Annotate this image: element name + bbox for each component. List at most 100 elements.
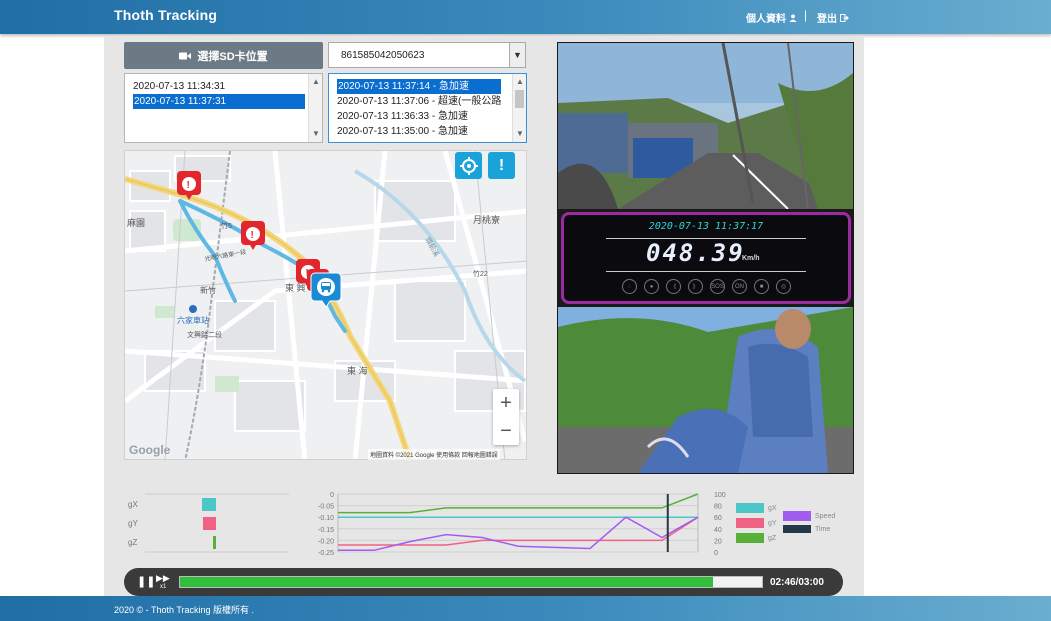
fast-forward-button[interactable]: ▶▶ — [156, 573, 170, 584]
gy-bar — [203, 517, 216, 530]
playback-bar: ❚❚ ▶▶ x1 02:46/03:00 — [124, 568, 843, 596]
train-station-icon — [189, 305, 197, 313]
session-list-scrollbar[interactable]: ▲ ▼ — [308, 74, 322, 142]
zoom-out-button[interactable]: − — [493, 417, 519, 445]
front-camera-view — [558, 43, 853, 209]
map-label: 六家車站 — [177, 315, 209, 325]
event-item[interactable]: 2020-07-13 11:37:06 - 超速(一般公路 — [329, 94, 526, 109]
event-item[interactable]: 2020-07-13 11:35:00 - 急加速 — [329, 124, 526, 139]
playback-time: 02:46/03:00 — [770, 577, 824, 588]
select-sd-button[interactable]: 選擇SD卡位置 — [124, 42, 323, 69]
gauge-label-gx: gX — [128, 500, 138, 509]
footer: 2020 © - Thoth Tracking 版權所有 . — [0, 596, 1051, 621]
rewind-icon: 《 — [666, 279, 681, 294]
svg-text:!: ! — [187, 180, 190, 191]
crosshair-icon — [459, 156, 478, 175]
y2-tick-label: 20 — [714, 538, 722, 545]
series-line-speed — [338, 516, 699, 552]
y-tick-label: 0 — [330, 492, 334, 499]
nav-separator: | — [804, 8, 808, 22]
sos-icon: SOS — [710, 279, 725, 294]
legend-gx: gX — [736, 503, 777, 513]
scroll-up-icon[interactable]: ▲ — [309, 76, 322, 88]
map-label: 新竹 — [200, 285, 216, 295]
dashcam-controls: ◌ ● 《 》 SOS ON ■ ◎ — [622, 279, 791, 294]
dashcam-speed: 048.39 — [646, 239, 745, 267]
alerts-toggle-button[interactable]: ! — [488, 152, 515, 179]
speed-display: 2020-07-13 11:37:17 048.39 Km/h ◌ ● 《 》 … — [561, 212, 851, 304]
y-tick-label: -0.20 — [318, 538, 334, 545]
legend-gz: gZ — [736, 533, 776, 543]
session-item[interactable]: 2020-07-13 11:34:31 — [125, 79, 297, 94]
y-tick-label: -0.10 — [318, 515, 334, 522]
device-id: 861585042050623 — [341, 50, 425, 61]
y-tick-label: -0.15 — [318, 527, 334, 534]
logout-link[interactable]: 登出 — [817, 10, 849, 25]
stop-icon: ■ — [754, 279, 769, 294]
map-attribution[interactable]: 地圖資料 ©2021 Google 使用條款 回報地圖錯誤 — [368, 449, 500, 460]
progress-slider[interactable] — [179, 576, 763, 588]
scroll-down-icon[interactable]: ▼ — [309, 128, 322, 140]
event-list-scrollbar[interactable]: ▲ ▼ — [512, 74, 526, 142]
y-tick-label: -0.25 — [318, 550, 334, 557]
forward-icon: 》 — [688, 279, 703, 294]
scroll-down-icon[interactable]: ▼ — [513, 128, 526, 140]
map-label: 東 海 — [347, 365, 368, 376]
session-item-selected[interactable]: 2020-07-13 11:37:31 — [133, 94, 305, 109]
map-label: 月桃寮 — [473, 214, 500, 225]
map-label: 竹22 — [473, 269, 488, 278]
y-tick-label: -0.05 — [318, 504, 334, 511]
brand-logo[interactable]: Thoth Tracking — [114, 7, 217, 23]
device-select[interactable]: 861585042050623 ▼ — [328, 42, 526, 68]
logout-icon — [840, 13, 849, 22]
session-list[interactable]: 2020-07-13 11:34:31 2020-07-13 11:37:31 … — [124, 73, 323, 143]
gx-bar — [202, 498, 216, 511]
playback-rate[interactable]: x1 — [160, 584, 166, 590]
power-icon: ON — [732, 279, 747, 294]
gz-bar — [213, 536, 216, 549]
record-icon: ◌ — [622, 279, 637, 294]
scroll-up-icon[interactable]: ▲ — [513, 76, 526, 88]
legend-time: Time — [783, 525, 830, 533]
g-force-bars — [145, 493, 289, 553]
telemetry-chart[interactable]: 0 -0.05 -0.10 -0.15 -0.20 -0.25 100 80 60 40 20 0 — [300, 488, 740, 558]
map-label: 麻園 — [127, 217, 145, 228]
y2-tick-label: 100 — [714, 492, 726, 499]
svg-text:!: ! — [251, 230, 254, 241]
map-canvas: 麻園 月桃寮 東 興 新竹 六家車站 文興路二段 東 海 竹22 竹5 頭前溪 … — [125, 151, 526, 459]
top-navbar: Thoth Tracking 個人資料 | 登出 — [0, 0, 1051, 34]
pause-button[interactable]: ❚❚ — [137, 575, 155, 588]
map-label: 文興路二段 — [187, 330, 222, 339]
route-map[interactable]: 麻園 月桃寮 東 興 新竹 六家車站 文興路二段 東 海 竹22 竹5 頭前溪 … — [124, 150, 527, 460]
exclamation-icon: ! — [498, 156, 505, 174]
copyright: 2020 © - Thoth Tracking 版權所有 . — [114, 605, 255, 615]
y2-tick-label: 40 — [714, 527, 722, 534]
video-camera-icon — [179, 52, 192, 59]
user-icon — [789, 13, 797, 22]
profile-link[interactable]: 個人資料 — [746, 10, 797, 25]
rear-camera-view — [558, 307, 853, 473]
event-item[interactable]: 2020-07-13 11:36:33 - 急加速 — [329, 109, 526, 124]
dot-icon: ● — [644, 279, 659, 294]
map-label: 竹5 — [221, 221, 232, 230]
dashcam-unit: Km/h — [742, 255, 760, 262]
map-zoom-control: + − — [493, 389, 519, 445]
y2-tick-label: 60 — [714, 515, 722, 522]
event-list[interactable]: 2020-07-13 11:37:14 - 急加速 2020-07-13 11:… — [328, 73, 527, 143]
google-logo: Google — [129, 443, 171, 457]
locate-button[interactable] — [455, 152, 482, 179]
select-sd-label: 選擇SD卡位置 — [197, 50, 268, 63]
zoom-in-button[interactable]: + — [493, 389, 519, 417]
progress-fill — [180, 577, 714, 587]
camera-icon: ◎ — [776, 279, 791, 294]
legend-gy: gY — [736, 518, 777, 528]
legend-speed: Speed — [783, 511, 835, 521]
chevron-down-icon[interactable]: ▼ — [509, 43, 525, 67]
logout-label: 登出 — [817, 14, 837, 25]
y2-tick-label: 80 — [714, 504, 722, 511]
series-line-gz — [338, 493, 699, 514]
scroll-thumb[interactable] — [515, 90, 524, 108]
event-item-selected[interactable]: 2020-07-13 11:37:14 - 急加速 — [336, 78, 502, 95]
map-label: 東 興 — [285, 282, 306, 293]
gauge-label-gy: gY — [128, 519, 138, 528]
